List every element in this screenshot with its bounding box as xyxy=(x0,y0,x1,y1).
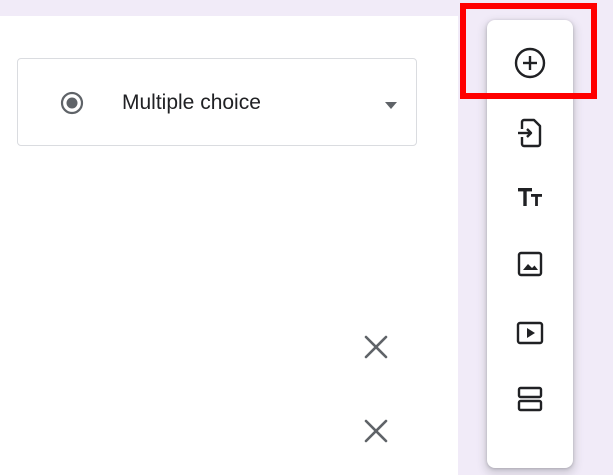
title-icon xyxy=(518,188,542,206)
import-questions-button[interactable] xyxy=(487,100,573,166)
add-title-button[interactable] xyxy=(487,164,573,230)
add-question-button[interactable] xyxy=(487,30,573,96)
close-icon xyxy=(364,419,388,443)
video-icon xyxy=(516,321,544,345)
question-toolbar xyxy=(487,20,573,468)
import-icon xyxy=(518,118,542,148)
add-image-button[interactable] xyxy=(487,231,573,297)
remove-option-button[interactable] xyxy=(361,416,391,446)
add-circle-icon xyxy=(514,47,546,79)
add-section-button[interactable] xyxy=(487,366,573,432)
radio-checked-icon xyxy=(60,91,84,115)
arrow-drop-down-icon xyxy=(382,98,400,109)
section-icon xyxy=(517,386,543,412)
remove-option-button[interactable] xyxy=(361,332,391,362)
image-icon xyxy=(517,251,543,277)
question-type-dropdown[interactable]: Multiple choice xyxy=(17,58,417,146)
close-icon xyxy=(364,335,388,359)
question-card: Multiple choice xyxy=(0,16,458,475)
add-video-button[interactable] xyxy=(487,300,573,366)
question-type-label: Multiple choice xyxy=(122,91,261,114)
